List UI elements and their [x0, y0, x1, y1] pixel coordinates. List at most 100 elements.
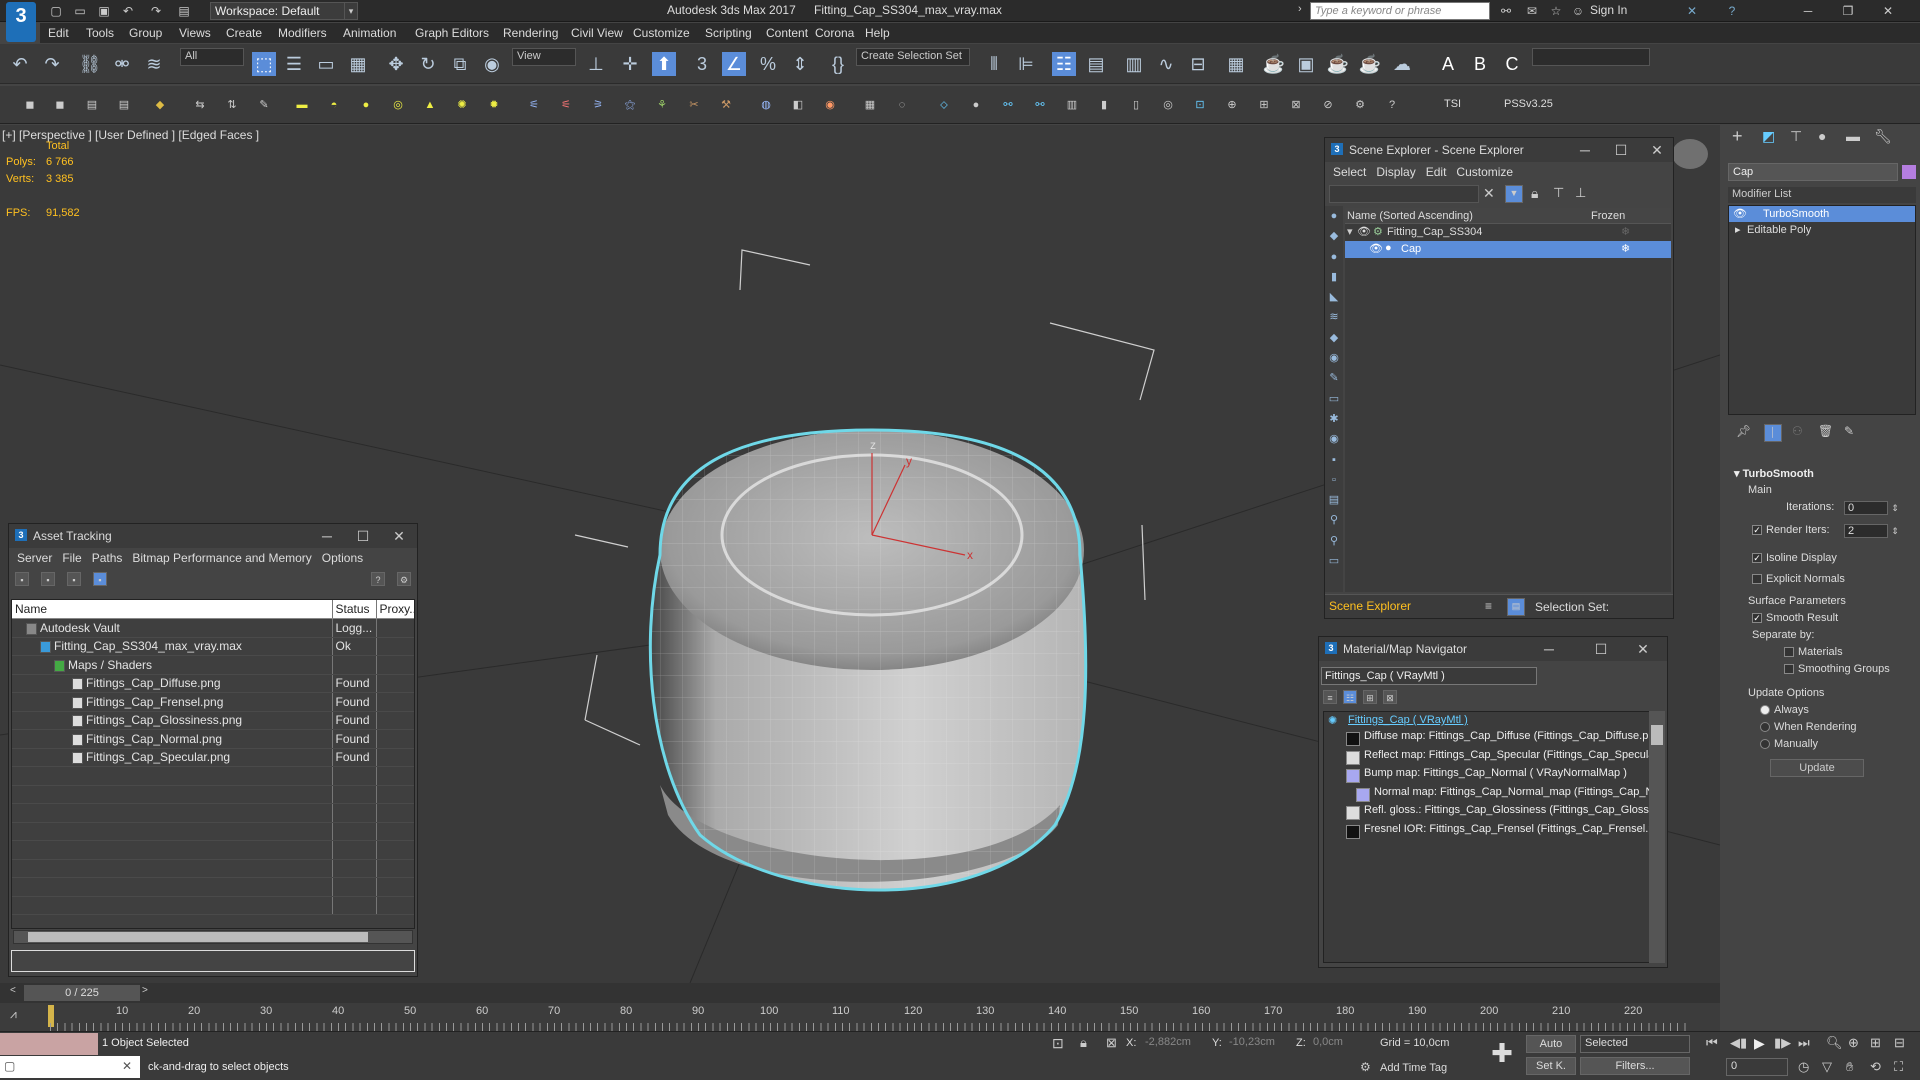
- clear-find-icon[interactable]: ✕: [1483, 185, 1495, 202]
- move-icon[interactable]: ✥: [384, 52, 408, 76]
- add-time-tag-button[interactable]: Add Time Tag: [1380, 1062, 1447, 1074]
- previous-frame-icon[interactable]: ◀▮: [1730, 1035, 1747, 1051]
- viewcube-icon[interactable]: [1672, 139, 1708, 169]
- track-bar[interactable]: ⩘ 10 20 30 40 50 60 70 80 90 100 110 120…: [0, 1003, 1720, 1031]
- sign-in-link[interactable]: Sign In: [1590, 3, 1627, 17]
- filter-icons-column[interactable]: ● ◆ ● ▮ ◣ ≋ ◆ ◉ ✎ ▭ ✱ ◉ ▪ ▫ ▤ ⚲ ⚲ ▭: [1325, 206, 1343, 571]
- minimize-icon[interactable]: ─: [1800, 3, 1816, 19]
- key-filter-dropdown[interactable]: Selected: [1580, 1035, 1690, 1053]
- spinner-arrows-icon[interactable]: ⇕: [1891, 503, 1899, 513]
- toolbar2-sun-icon[interactable]: ✺: [454, 97, 470, 113]
- make-unique-icon[interactable]: ⚇: [1792, 424, 1803, 438]
- placement-icon[interactable]: ◉: [480, 52, 504, 76]
- play-icon[interactable]: ▶: [1754, 1035, 1765, 1052]
- modifier-eye-icon[interactable]: 👁︎: [1733, 207, 1747, 220]
- menu-group[interactable]: Group: [129, 26, 162, 40]
- time-configuration-icon[interactable]: ◷: [1798, 1059, 1809, 1075]
- text-tool-c-icon[interactable]: C: [1500, 52, 1524, 76]
- exchange-icon[interactable]: ✕: [1684, 3, 1700, 19]
- close-icon[interactable]: ✕: [122, 1059, 132, 1073]
- iterations-value[interactable]: 0: [1844, 500, 1888, 515]
- menu-customize[interactable]: Customize: [633, 26, 690, 40]
- zoom-all-icon[interactable]: ⊕: [1848, 1035, 1859, 1051]
- toolbar2-tool-37-icon[interactable]: ⊕: [1224, 97, 1240, 113]
- view-small-icons-icon[interactable]: ⊞: [1363, 690, 1377, 704]
- toolbar2-tool-22-icon[interactable]: ⚒: [718, 97, 734, 113]
- column-header-name[interactable]: Name (Sorted Ascending): [1347, 210, 1473, 222]
- column-header-status[interactable]: Status: [332, 600, 377, 619]
- spinner-arrows-icon[interactable]: ⇕: [1891, 526, 1899, 536]
- column-header-frozen[interactable]: Frozen: [1591, 210, 1625, 222]
- menu-tools[interactable]: Tools: [86, 26, 114, 40]
- search-arrow-icon[interactable]: ›: [1298, 3, 1302, 15]
- toolbar2-tool-17-icon[interactable]: ⚟: [558, 97, 574, 113]
- toolbar2-tool-27-icon[interactable]: ◌: [894, 97, 910, 113]
- key-filters-button[interactable]: Filters...: [1580, 1057, 1690, 1075]
- help-icon[interactable]: ?: [1724, 3, 1740, 19]
- y-coord-input[interactable]: -10,23cm: [1226, 1035, 1292, 1051]
- bind-space-warp-icon[interactable]: ≋: [142, 52, 166, 76]
- absolute-mode-icon[interactable]: ⊠: [1106, 1035, 1117, 1051]
- auto-key-button[interactable]: Auto: [1526, 1035, 1576, 1053]
- menu-modifiers[interactable]: Modifiers: [278, 26, 327, 40]
- render-in-cloud-icon[interactable]: ☁: [1390, 52, 1414, 76]
- toolbar2-tool-40-icon[interactable]: ⊘: [1320, 97, 1336, 113]
- column-header-name[interactable]: Name: [12, 600, 333, 619]
- menu-corona[interactable]: Corona: [815, 26, 854, 40]
- rotate-icon[interactable]: ↻: [416, 52, 440, 76]
- toolbar2-tool-24-icon[interactable]: ◧: [790, 97, 806, 113]
- tsi-label[interactable]: TSI: [1444, 98, 1461, 110]
- asset-tool-1-icon[interactable]: ▪: [15, 572, 29, 586]
- menu-file[interactable]: File: [62, 551, 81, 565]
- time-tag-icon[interactable]: ⚙: [1360, 1060, 1371, 1074]
- new-file-icon[interactable]: ▢: [48, 3, 64, 19]
- visibility-eye-icon[interactable]: 👁︎: [1369, 242, 1383, 255]
- selection-set-icon[interactable]: ▤: [1507, 598, 1525, 616]
- toolbar2-cone-icon[interactable]: ▲: [422, 97, 438, 113]
- smoothing-groups-checkbox[interactable]: Smoothing Groups: [1784, 663, 1890, 675]
- view-list-icons-icon[interactable]: ☷: [1343, 690, 1357, 704]
- material-navigator-titlebar[interactable]: 3 Material/Map Navigator ─ ☐ ✕: [1319, 637, 1667, 661]
- menu-civil-view[interactable]: Civil View: [571, 26, 623, 40]
- toolbar2-tool-01-icon[interactable]: ◼: [22, 97, 38, 113]
- menu-bitmap-performance[interactable]: Bitmap Performance and Memory: [132, 551, 311, 565]
- create-tab-icon[interactable]: +: [1732, 126, 1743, 147]
- redo-icon[interactable]: ↷: [148, 3, 164, 19]
- orbit-icon[interactable]: ⟲: [1870, 1059, 1881, 1075]
- toggle-ribbon-icon[interactable]: ▥: [1122, 52, 1146, 76]
- toolbar2-tool-41-icon[interactable]: ⚙: [1352, 97, 1368, 113]
- menu-content[interactable]: Content: [766, 26, 808, 40]
- maximize-icon[interactable]: ☐: [1591, 640, 1611, 658]
- map-item-bump[interactable]: Bump map: Fittings_Cap_Normal ( VRayNorm…: [1324, 767, 1654, 786]
- table-row[interactable]: Fittings_Cap_Glossiness.png Found: [12, 711, 414, 730]
- close-icon[interactable]: ✕: [1647, 141, 1667, 159]
- window-crossing-icon[interactable]: ▦: [346, 52, 370, 76]
- maximize-viewport-icon[interactable]: ⛶: [1894, 1059, 1903, 1075]
- checkbox-icon[interactable]: [1784, 664, 1794, 675]
- table-row[interactable]: Autodesk Vault Logg...: [12, 618, 414, 638]
- scene-explorer-titlebar[interactable]: 3 Scene Explorer - Scene Explorer ─ ☐ ✕: [1325, 138, 1673, 162]
- hierarchy-tab-icon[interactable]: ⊤: [1790, 128, 1802, 145]
- checkbox-icon[interactable]: [1752, 574, 1762, 585]
- pan-view-icon[interactable]: ✋︎: [1846, 1059, 1853, 1075]
- toolbar2-tool-39-icon[interactable]: ⊠: [1288, 97, 1304, 113]
- update-when-rendering-radio[interactable]: When Rendering: [1760, 721, 1857, 733]
- select-object-icon[interactable]: ⬚: [252, 52, 276, 76]
- toolbar2-tool-07-icon[interactable]: ⇅: [224, 97, 240, 113]
- pivot-point-icon[interactable]: ⊥: [584, 52, 608, 76]
- zoom-extents-icon[interactable]: ⊞: [1870, 1035, 1881, 1051]
- material-root-item[interactable]: ✺ Fittings_Cap ( VRayMtl ): [1324, 712, 1654, 730]
- field-of-view-icon[interactable]: ▽: [1822, 1059, 1832, 1075]
- project-folder-icon[interactable]: ▤: [176, 3, 192, 19]
- vertical-scrollbar[interactable]: [1649, 711, 1665, 963]
- material-tree[interactable]: ✺ Fittings_Cap ( VRayMtl ) Diffuse map: …: [1323, 711, 1655, 963]
- mini-curve-editor-icon[interactable]: ⩘: [10, 1007, 17, 1022]
- user-icon[interactable]: ☺: [1570, 3, 1586, 19]
- table-row[interactable]: Fittings_Cap_Specular.png Found: [12, 748, 414, 767]
- asset-tool-4-icon[interactable]: ▪: [93, 572, 107, 586]
- utilities-tab-icon[interactable]: 🔧︎: [1874, 128, 1892, 145]
- render-iters-checkbox[interactable]: ✓ Render Iters:: [1752, 524, 1830, 536]
- favorites-star-icon[interactable]: ☆: [1548, 3, 1564, 19]
- menu-animation[interactable]: Animation: [343, 26, 396, 40]
- smooth-result-checkbox[interactable]: ✓ Smooth Result: [1752, 612, 1838, 624]
